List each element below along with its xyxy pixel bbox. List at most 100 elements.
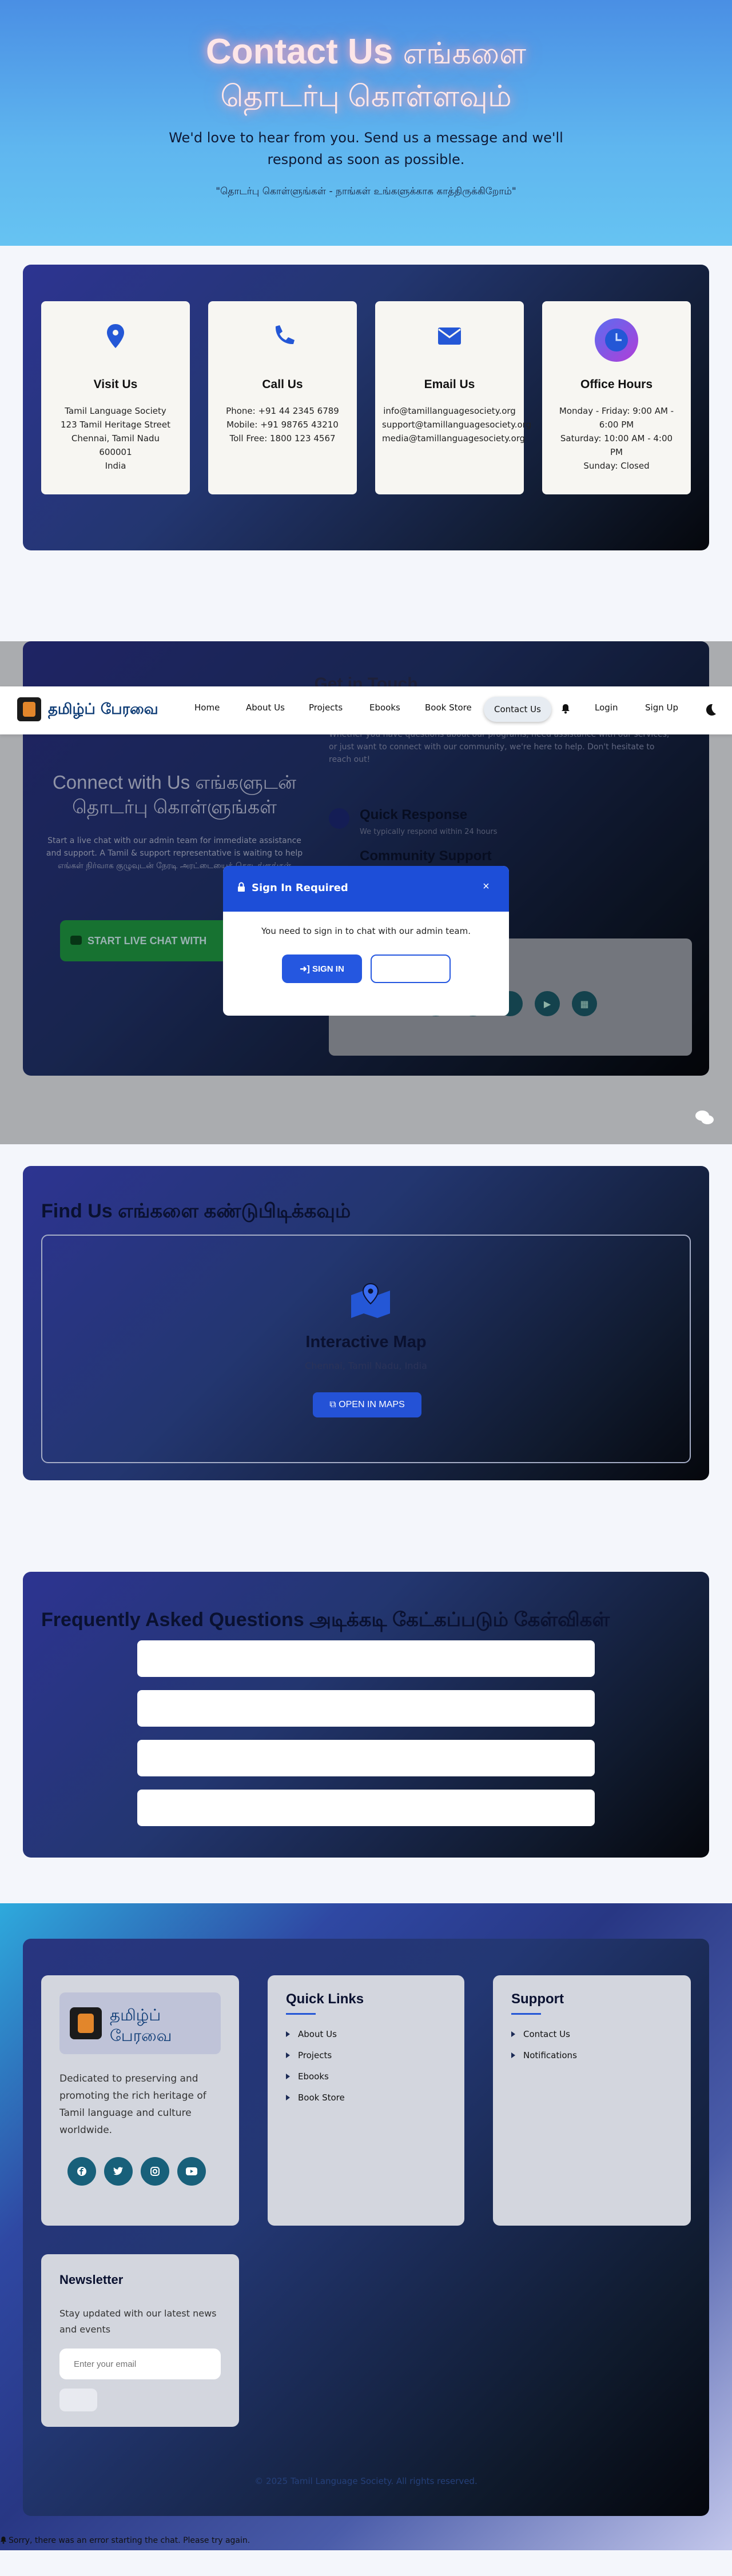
map-box: Interactive Map Chennai, Tamil Nadu, Ind… (41, 1235, 691, 1463)
faq-item[interactable] (137, 1740, 595, 1776)
nav-home[interactable]: Home (194, 702, 220, 713)
quick-links-title: Quick Links (286, 1991, 364, 2007)
card-line: 600001 (99, 447, 132, 457)
card-title: Email Us (424, 378, 475, 391)
lock-icon (238, 882, 245, 892)
support-title: Support (511, 1991, 564, 2007)
link-label: Ebooks (298, 2071, 329, 2082)
external-link-icon: ⧉ (329, 1400, 336, 1409)
link-label: Projects (298, 2050, 332, 2060)
footer-logo (70, 2007, 102, 2039)
bell-icon[interactable] (561, 704, 570, 714)
clock-icon (542, 317, 691, 362)
brand-line: பேரவை (110, 2026, 172, 2045)
map-pin-icon (41, 319, 190, 354)
sign-in-label: SIGN IN (312, 964, 344, 974)
sign-in-modal: Sign In Required × You need to sign in t… (223, 866, 509, 1016)
subscribe-button[interactable] (59, 2389, 97, 2411)
card-line: Tamil Language Society (65, 406, 166, 416)
faq-title: Frequently Asked Questions அடிக்கடி கேட்… (41, 1609, 610, 1631)
moon-icon[interactable] (702, 702, 718, 718)
modal-message: You need to sign in to chat with our adm… (261, 926, 471, 936)
hero-subtitle: We'd love to hear from you. Send us a me… (169, 130, 563, 167)
sign-in-button[interactable]: ➜] SIGN IN (282, 954, 362, 983)
card-line: info@tamillanguagesociety.org (383, 406, 516, 416)
modal-title: Sign In Required (252, 882, 348, 894)
hero-title-ta2: தொடர்பு கொள்ளவும் (220, 80, 512, 113)
card-line: media@tamillanguagesociety.org (382, 433, 526, 444)
newsletter-email-input[interactable] (59, 2349, 221, 2379)
footer-link-ebooks[interactable]: Ebooks (286, 2071, 329, 2082)
footer-brand-name: தமிழ்ப் பேரவை (110, 2005, 172, 2046)
navbar: தமிழ்ப் பேரவை Home About Us Projects Ebo… (0, 686, 732, 734)
footer-description: Dedicated to preserving and promoting th… (59, 2073, 206, 2136)
office-hours-card: Office Hours Monday - Friday: 9:00 AM - … (542, 301, 691, 494)
hero-section: Contact Us எங்களை தொடர்பு கொள்ளவும் We'd… (0, 0, 732, 246)
faq-item[interactable] (137, 1640, 595, 1677)
open-in-maps-label: OPEN IN MAPS (339, 1400, 405, 1409)
card-title: Call Us (262, 378, 303, 391)
map-location: Chennai, Tamil Nadu, India (305, 1360, 427, 1371)
page-bottom (0, 2561, 732, 2576)
card-line: Saturday: 10:00 AM - 4:00 (560, 433, 673, 444)
newsletter-description: Stay updated with our latest news and ev… (59, 2308, 217, 2335)
modal-header: Sign In Required × (223, 866, 509, 912)
chat-error-message: Sorry, there was an error starting the c… (0, 2536, 250, 2545)
close-icon[interactable]: × (479, 880, 493, 893)
hero-quote: "தொடர்பு கொள்ளுங்கள் - நாங்கள் உங்களுக்க… (216, 186, 516, 197)
card-line: Sunday: Closed (583, 461, 650, 471)
heading-underline (511, 2013, 541, 2015)
map-section-title: Find Us எங்களை கண்டுபிடிக்கவும் (41, 1200, 351, 1222)
card-line: 123 Tamil Heritage Street (61, 420, 170, 430)
card-line: Phone: +91 44 2345 6789 (226, 406, 339, 416)
footer-brand[interactable]: தமிழ்ப் பேரவை (59, 1992, 221, 2054)
support-card: Support Contact Us Notifications (493, 1975, 691, 2226)
twitter-icon[interactable] (104, 2157, 133, 2186)
nav-sign-up[interactable]: Sign Up (645, 702, 678, 713)
instagram-icon[interactable] (141, 2157, 169, 2186)
brand-name[interactable]: தமிழ்ப் பேரவை (48, 701, 158, 720)
copyright: © 2025 Tamil Language Society. All right… (254, 2476, 478, 2486)
link-label: Book Store (298, 2092, 345, 2103)
card-line: Toll Free: 1800 123 4567 (229, 433, 336, 444)
footer: தமிழ்ப் பேரவை Dedicated to preserving an… (0, 1903, 732, 2550)
faq-item[interactable] (137, 1790, 595, 1826)
map-title: Interactive Map (305, 1333, 427, 1351)
card-line: PM (610, 447, 623, 457)
error-text: Sorry, there was an error starting the c… (9, 2536, 250, 2545)
nav-contact-us[interactable]: Contact Us (484, 697, 551, 722)
faq-section: Frequently Asked Questions அடிக்கடி கேட்… (23, 1572, 709, 1858)
hero-title-en: Contact Us (205, 32, 393, 71)
contact-cards-section: Visit Us Tamil Language Society 123 Tami… (23, 265, 709, 550)
footer-link-about-us[interactable]: About Us (286, 2029, 337, 2039)
youtube-icon[interactable] (177, 2157, 206, 2186)
newsletter-card: Newsletter Stay updated with our latest … (41, 2254, 239, 2427)
facebook-icon[interactable] (67, 2157, 96, 2186)
open-in-maps-button[interactable]: ⧉ OPEN IN MAPS (313, 1392, 421, 1417)
footer-link-notifications[interactable]: Notifications (511, 2050, 577, 2060)
newsletter-title: Newsletter (59, 2273, 124, 2287)
footer-link-book-store[interactable]: Book Store (286, 2092, 345, 2103)
email-us-card: Email Us info@tamillanguagesociety.org s… (375, 301, 531, 494)
footer-link-projects[interactable]: Projects (286, 2050, 332, 2060)
brand-line: தமிழ்ப் (110, 2006, 161, 2024)
footer-link-contact-us[interactable]: Contact Us (511, 2029, 570, 2039)
faq-item[interactable] (137, 1690, 595, 1727)
card-title: Office Hours (580, 378, 653, 391)
link-label: Notifications (523, 2050, 577, 2060)
nav-ebooks[interactable]: Ebooks (369, 702, 400, 713)
link-label: About Us (298, 2029, 337, 2039)
nav-about-us[interactable]: About Us (246, 702, 285, 713)
chat-float-icon[interactable] (695, 1109, 714, 1127)
card-line: Mobile: +91 98765 43210 (226, 420, 339, 430)
nav-projects[interactable]: Projects (309, 702, 343, 713)
heading-underline (286, 2013, 316, 2015)
nav-book-store[interactable]: Book Store (425, 702, 472, 713)
card-line: India (105, 461, 126, 471)
footer-about-card: தமிழ்ப் பேரவை Dedicated to preserving an… (41, 1975, 239, 2226)
nav-login[interactable]: Login (595, 702, 618, 713)
map-icon (351, 1283, 390, 1318)
cancel-button[interactable] (371, 954, 451, 983)
link-label: Contact Us (523, 2029, 570, 2039)
site-logo[interactable] (17, 697, 41, 721)
